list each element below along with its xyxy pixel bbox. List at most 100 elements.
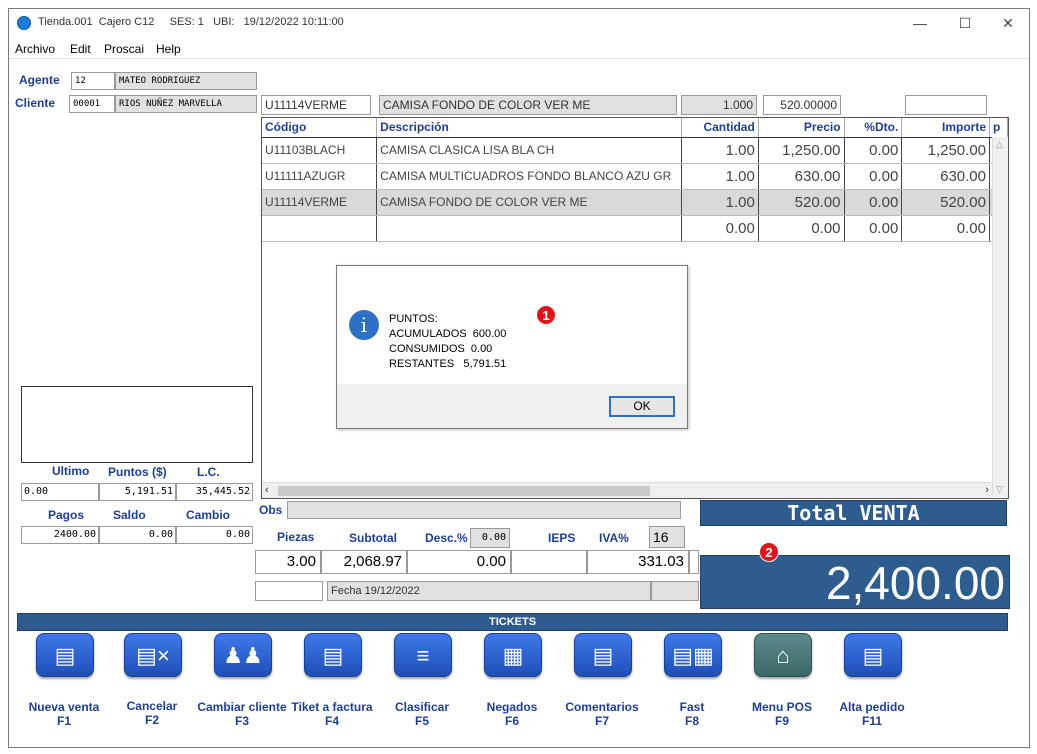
header-codigo[interactable]: Código <box>262 118 378 138</box>
scroll-right-icon[interactable]: › <box>985 484 989 496</box>
cliente-code-field[interactable]: 00001 <box>69 95 115 113</box>
table-row[interactable]: U11103BLACH CAMISA CLASICA LISA BLA CH 1… <box>262 137 1008 164</box>
iva-label: IVA% <box>599 531 629 545</box>
grid-icon: ▦ <box>484 633 542 677</box>
header-p[interactable]: p <box>989 118 1008 138</box>
negados-button[interactable]: ▦ Negados F6 <box>467 633 557 749</box>
title-bar: Tienda.001 Cajero C12 SES: 1 UBI: 19/12/… <box>9 9 1029 37</box>
tiket-a-factura-button[interactable]: ▤ Tiket a factura F4 <box>287 633 377 749</box>
menu-proscai[interactable]: Proscai <box>104 42 144 56</box>
agente-code-field[interactable]: 12 <box>71 72 115 90</box>
ok-button[interactable]: OK <box>609 396 675 417</box>
extra-value <box>689 550 699 574</box>
button-label: Menu POS <box>751 700 812 714</box>
cell-cantidad: 1.00 <box>681 137 759 164</box>
cambio-value: 0.00 <box>176 526 253 544</box>
button-label: Clasificar <box>394 700 450 714</box>
header-dto[interactable]: %Dto. <box>844 118 903 138</box>
button-label: Nueva venta <box>28 700 100 714</box>
close-button[interactable]: ✕ <box>993 13 1023 33</box>
cell-precio: 520.00 <box>758 189 845 216</box>
horizontal-scroll-thumb[interactable] <box>278 486 650 496</box>
table-row[interactable]: 0.00 0.00 0.00 0.00 <box>262 215 1008 242</box>
table-row-selected[interactable]: U11114VERME CAMISA FONDO DE COLOR VER ME… <box>262 189 1008 216</box>
button-key: F3 <box>234 714 249 728</box>
table-row[interactable]: U11111AZUGR CAMISA MULTICUADROS FONDO BL… <box>262 163 1008 190</box>
nueva-venta-button[interactable]: ▤ Nueva venta F1 <box>19 633 109 749</box>
cell-importe: 520.00 <box>901 189 990 216</box>
annotation-badge-2: 2 <box>759 542 779 562</box>
cancel-icon: ▤× <box>124 633 182 677</box>
grid-vertical-scrollbar[interactable]: △ ▽ <box>992 137 1008 497</box>
pagos-label: Pagos <box>48 508 85 522</box>
pagos-value: 2400.00 <box>21 526 99 544</box>
cell-dto: 0.00 <box>844 137 903 164</box>
puntos-value: 5,191.51 <box>99 483 176 501</box>
button-label: Fast <box>679 700 705 714</box>
maximize-button[interactable]: ☐ <box>950 13 980 33</box>
agente-name-field: MATEO RODRIGUEZ <box>115 72 257 90</box>
piezas-value: 3.00 <box>255 550 321 574</box>
puntos-label: Puntos ($) <box>108 465 167 479</box>
minimize-button[interactable]: — <box>905 13 935 33</box>
iva-rate-field[interactable]: 16 <box>649 526 685 548</box>
users-icon: ♟♟ <box>214 633 272 677</box>
cell-precio: 630.00 <box>758 163 845 190</box>
saldo-label: Saldo <box>113 508 146 522</box>
cliente-label: Cliente <box>15 96 56 110</box>
cell-precio: 0.00 <box>758 215 845 242</box>
points-dialog: i PUNTOS: ACUMULADOS 600.00 CONSUMIDOS 0… <box>336 265 688 429</box>
header-descripcion[interactable]: Descripción <box>376 118 683 138</box>
iva-value: 331.03 <box>587 550 689 574</box>
header-precio[interactable]: Precio <box>758 118 845 138</box>
menu-pos-button[interactable]: ⌂ Menu POS F9 <box>737 633 827 749</box>
button-key: F11 <box>861 714 882 728</box>
menu-help[interactable]: Help <box>156 42 181 56</box>
fast-button[interactable]: ▤▦ Fast F8 <box>647 633 737 749</box>
desc-label: Desc.% <box>425 531 468 545</box>
total-venta-value: 2,400.00 <box>700 555 1010 609</box>
price-input[interactable]: 520.00000 <box>763 95 841 115</box>
button-key: F2 <box>144 713 159 727</box>
cambio-label: Cambio <box>186 508 231 522</box>
comentarios-button[interactable]: ▤ Comentarios F7 <box>557 633 647 749</box>
header-cantidad[interactable]: Cantidad <box>681 118 759 138</box>
button-label: Cambiar cliente <box>197 700 287 714</box>
aux-field[interactable] <box>255 581 323 601</box>
alta-pedido-button[interactable]: ▤ Alta pedido F11 <box>827 633 917 749</box>
cambiar-cliente-button[interactable]: ♟♟ Cambiar cliente F3 <box>197 633 287 749</box>
cancelar-button[interactable]: ▤× Cancelar F2 <box>107 633 197 749</box>
cell-codigo <box>262 215 378 242</box>
cell-dto: 0.00 <box>844 189 903 216</box>
cell-importe: 630.00 <box>901 163 990 190</box>
scroll-down-icon[interactable]: ▽ <box>996 484 1003 495</box>
cell-descripcion <box>376 215 683 242</box>
button-label: Comentarios <box>565 700 639 714</box>
scroll-left-icon[interactable]: ‹ <box>265 484 269 496</box>
extra-input[interactable] <box>905 95 987 115</box>
obs-input[interactable] <box>287 501 681 519</box>
cliente-name-field: RIOS NUÑEZ MARVELLA <box>115 95 257 113</box>
clasificar-button[interactable]: ≡ Clasificar F5 <box>377 633 467 749</box>
ieps-value <box>511 550 587 574</box>
obs-label: Obs <box>259 503 283 517</box>
pos-window: Tienda.001 Cajero C12 SES: 1 UBI: 19/12/… <box>8 8 1030 748</box>
fast-icon: ▤▦ <box>664 633 722 677</box>
button-key: F5 <box>414 714 429 728</box>
grid-horizontal-scrollbar[interactable]: ‹ › <box>262 482 992 498</box>
product-code-input[interactable]: U11114VERME <box>261 95 371 115</box>
fecha-field: Fecha 19/12/2022 <box>327 581 651 601</box>
cell-dto: 0.00 <box>844 215 903 242</box>
agente-label: Agente <box>19 73 60 87</box>
button-key: F8 <box>684 714 699 728</box>
button-label: Negados <box>486 700 538 714</box>
scroll-up-icon[interactable]: △ <box>996 139 1003 150</box>
menu-archivo[interactable]: Archivo <box>15 42 55 56</box>
aux-gray-field <box>651 581 699 601</box>
button-label: Tiket a factura <box>291 700 373 714</box>
header-importe[interactable]: Importe <box>901 118 990 138</box>
desc-percent-input[interactable]: 0.00 <box>470 528 510 548</box>
subtotal-value: 2,068.97 <box>321 550 407 574</box>
menu-edit[interactable]: Edit <box>70 42 91 56</box>
quantity-input[interactable]: 1.000 <box>681 95 757 115</box>
